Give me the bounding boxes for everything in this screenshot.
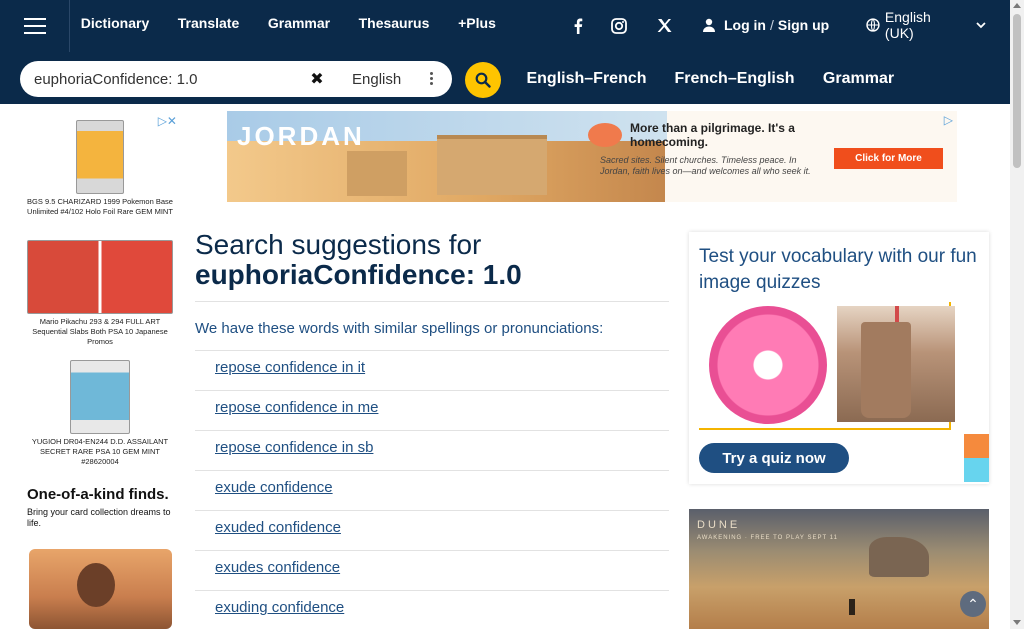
- hamburger-icon: [23, 18, 46, 34]
- top-navigation: Dictionary Translate Grammar Thesaurus +…: [0, 0, 1010, 52]
- ad-body-text: Sacred sites. Silent churches. Timeless …: [600, 155, 811, 176]
- divider: [195, 510, 669, 511]
- suggestion-link[interactable]: exude confidence: [215, 479, 333, 496]
- ad-subtext: AWAKENING · FREE TO PLAY SEPT 11: [697, 535, 838, 541]
- ad-card[interactable]: BGS 9.5 CHARIZARD 1999 Pokemon Base Unli…: [23, 120, 177, 217]
- search-box: ✖ English: [20, 61, 452, 97]
- page-title-term: euphoriaConfidence: 1.0: [195, 259, 522, 290]
- search-button[interactable]: [465, 62, 501, 98]
- ad-choices-icon[interactable]: ▷: [944, 113, 953, 127]
- ad-brand-logo: JORDAN: [237, 121, 365, 151]
- suggestion-link[interactable]: exuding confidence: [215, 599, 344, 616]
- auth-links: Log in / Sign up: [702, 15, 829, 35]
- divider: [195, 590, 669, 591]
- left-advertisement[interactable]: ▷✕ BGS 9.5 CHARIZARD 1999 Pokemon Base U…: [19, 112, 181, 629]
- page-title-prefix: Search suggestions for: [195, 229, 482, 260]
- arrow-up-icon: ⌃: [967, 595, 979, 612]
- page-title: Search suggestions for euphoriaConfidenc…: [195, 230, 669, 290]
- ad-card[interactable]: Mario Pikachu 293 & 294 FULL ART Sequent…: [23, 240, 177, 347]
- ad-cta-button[interactable]: Click for More: [834, 148, 943, 169]
- try-quiz-button[interactable]: Try a quiz now: [699, 443, 849, 473]
- language-selector[interactable]: English (UK): [866, 9, 986, 41]
- chevron-down-icon: [976, 22, 986, 29]
- divider: [195, 350, 669, 351]
- nav-thesaurus[interactable]: Thesaurus: [358, 0, 430, 46]
- dune-advertisement[interactable]: DUNE AWAKENING · FREE TO PLAY SEPT 11: [689, 509, 989, 629]
- card-image: [70, 360, 130, 434]
- back-to-top-button[interactable]: ⌃: [960, 591, 986, 617]
- suggestion-link[interactable]: exuded confidence: [215, 519, 341, 536]
- instagram-icon: [611, 17, 627, 34]
- search-icon: [475, 72, 491, 88]
- suggestion-link[interactable]: exudes confidence: [215, 559, 340, 576]
- feedback-tab[interactable]: [964, 458, 989, 482]
- divider: [195, 550, 669, 551]
- globe-icon: [866, 18, 880, 32]
- menu-button[interactable]: [0, 0, 70, 52]
- auth-separator: /: [770, 17, 774, 33]
- divider: [195, 470, 669, 471]
- divider: [195, 390, 669, 391]
- ad-photo: [29, 549, 172, 629]
- divider: [195, 301, 669, 302]
- page-scrollbar[interactable]: [1010, 0, 1024, 629]
- x-icon: [657, 19, 671, 32]
- nav-grammar[interactable]: Grammar: [267, 0, 331, 46]
- quicklink-french-english[interactable]: French–English: [662, 62, 807, 96]
- ad-headline-text: One-of-a-kind finds.: [27, 486, 169, 503]
- signup-link[interactable]: Sign up: [778, 17, 829, 33]
- suggestion-link[interactable]: repose confidence in it: [215, 359, 365, 376]
- nav-dictionary[interactable]: Dictionary: [80, 0, 150, 46]
- nav-translate[interactable]: Translate: [177, 0, 240, 46]
- nav-plus[interactable]: +Plus: [457, 0, 497, 46]
- suggestion-link[interactable]: repose confidence in sb: [215, 439, 373, 456]
- dictionary-selector-label: English: [352, 70, 402, 88]
- quicklink-grammar[interactable]: Grammar: [810, 62, 907, 96]
- close-icon: ✖: [310, 71, 324, 88]
- scroll-down-arrow[interactable]: [1013, 620, 1021, 625]
- ad-tagline: More than a pilgrimage. It's a homecomin…: [630, 121, 795, 149]
- ad-card-caption: YUGIOH DR04-EN244 D.D. ASSAILANT SECRET …: [31, 437, 169, 466]
- facebook-link[interactable]: [559, 16, 597, 35]
- quiz-promo-card: Test your vocabulary with our fun image …: [689, 232, 989, 484]
- ad-card-caption: Mario Pikachu 293 & 294 FULL ART Sequent…: [32, 317, 168, 346]
- more-options-icon: [430, 72, 434, 86]
- ad-card-caption: BGS 9.5 CHARIZARD 1999 Pokemon Base Unli…: [27, 197, 173, 216]
- facebook-icon: [574, 18, 583, 34]
- ad-card[interactable]: YUGIOH DR04-EN244 D.D. ASSAILANT SECRET …: [23, 360, 177, 467]
- search-bar-row: ✖ English English–French French–English …: [0, 52, 1010, 104]
- instagram-link[interactable]: [600, 16, 638, 35]
- search-input[interactable]: [34, 69, 304, 89]
- ad-headline: One-of-a-kind finds. Bring your card col…: [27, 487, 173, 529]
- feedback-tab[interactable]: [964, 434, 989, 458]
- dictionary-selector[interactable]: English: [332, 65, 450, 93]
- ad-pin-graphic: [588, 123, 622, 147]
- login-link[interactable]: Log in: [724, 17, 766, 33]
- donut-image: [709, 306, 827, 424]
- language-label: English (UK): [884, 9, 931, 41]
- x-link[interactable]: [645, 16, 683, 35]
- quiz-title: Test your vocabulary with our fun image …: [699, 246, 977, 293]
- divider: [195, 430, 669, 431]
- similar-spellings-text: We have these words with similar spellin…: [195, 320, 604, 337]
- scrollbar-thumb[interactable]: [1013, 14, 1021, 168]
- card-image: [76, 120, 124, 194]
- quicklink-english-french[interactable]: English–French: [514, 62, 659, 96]
- banner-advertisement[interactable]: JORDAN More than a pilgrimage. It's a ho…: [227, 111, 957, 202]
- quiz-image-link[interactable]: [699, 302, 955, 430]
- milkshake-image: [837, 306, 955, 422]
- suggestion-link[interactable]: repose confidence in me: [215, 399, 378, 416]
- card-image: [27, 240, 173, 314]
- user-icon: [703, 18, 715, 32]
- ad-subline: Bring your card collection dreams to lif…: [27, 507, 171, 528]
- ad-logo: DUNE: [697, 519, 741, 531]
- clear-search-button[interactable]: ✖: [306, 68, 328, 90]
- scroll-up-arrow[interactable]: [1013, 3, 1021, 8]
